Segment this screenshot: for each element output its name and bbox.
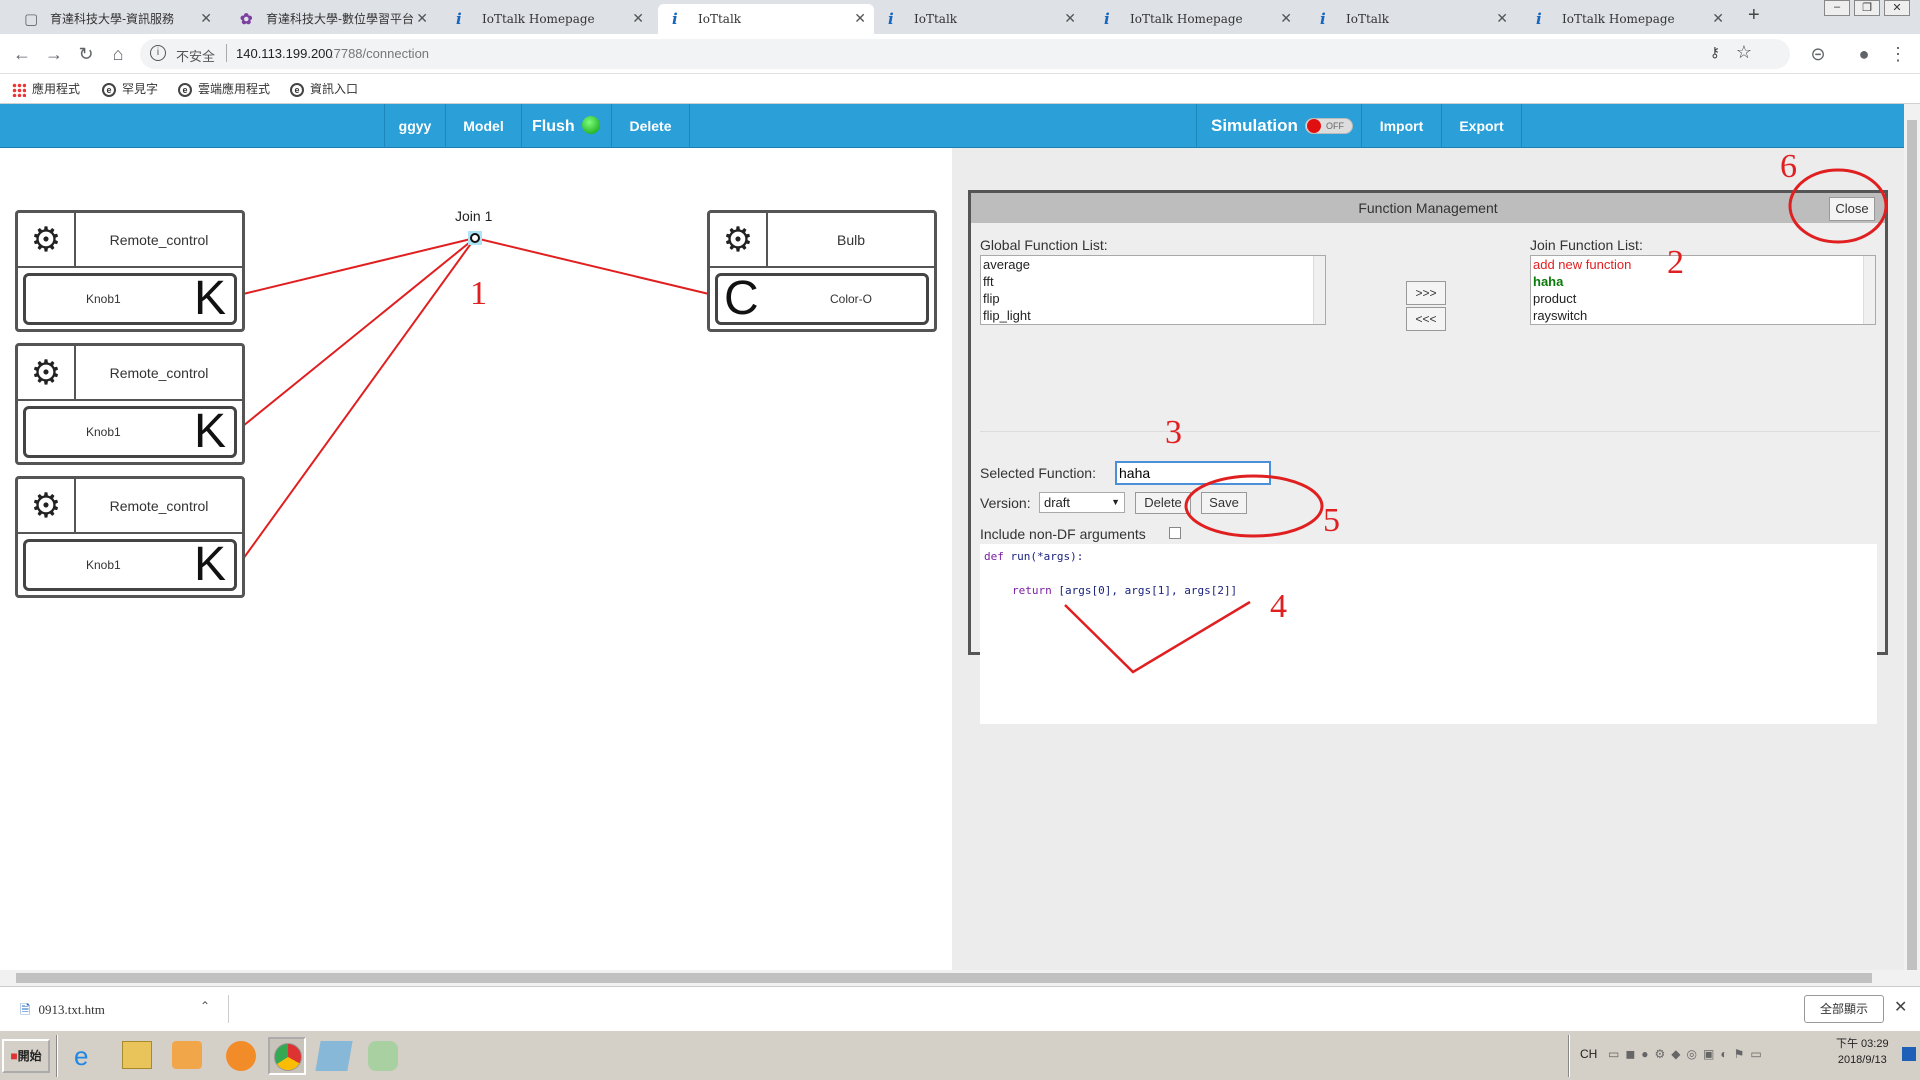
windows-logo-icon: ■: [10, 1049, 18, 1063]
downloads-bar: 🗎 0913.txt.htm ⌃ 全部顯示 ✕: [0, 986, 1920, 1030]
tray-spacer: [1630, 1031, 1632, 1033]
annotation-checkmark: [1064, 600, 1251, 674]
explorer-taskbar-icon[interactable]: [122, 1041, 152, 1069]
chrome-icon: [274, 1043, 302, 1071]
clock[interactable]: 下午 03:29 2018/9/13: [1836, 1036, 1889, 1068]
ie-taskbar-icon[interactable]: e: [74, 1041, 88, 1072]
annotation-circle: [1184, 474, 1324, 538]
horizontal-scrollbar[interactable]: [0, 970, 1904, 986]
annotation-5: 5: [1323, 502, 1340, 539]
annotation-6: 6: [1780, 148, 1797, 185]
chevron-up-icon[interactable]: ⌃: [200, 999, 210, 1013]
start-button[interactable]: ■開始: [2, 1039, 50, 1073]
paint-icon[interactable]: [368, 1041, 398, 1071]
app-taskbar-icon[interactable]: [315, 1041, 353, 1071]
taskbar: ■開始 e CH ▭◼●⚙◆◎▣◐⚑▭ 下午 03:29 2018/9/13: [0, 1030, 1920, 1080]
scroll-thumb[interactable]: [16, 973, 1872, 983]
divider: [56, 1035, 58, 1077]
file-icon: 🗎: [20, 1002, 31, 1017]
annotation-4: 4: [1270, 588, 1287, 625]
divider: [1568, 1035, 1570, 1077]
media-player-icon[interactable]: [172, 1041, 202, 1069]
input-language[interactable]: CH: [1580, 1047, 1597, 1061]
annotation-overlay: [1064, 168, 1888, 674]
annotation-3: 3: [1165, 414, 1182, 451]
divider: [228, 995, 229, 1023]
tray-icons[interactable]: ▭◼●⚙◆◎▣◐⚑▭: [1608, 1047, 1768, 1061]
show-desktop-icon[interactable]: [1902, 1047, 1916, 1061]
show-all-downloads-button[interactable]: 全部顯示: [1804, 995, 1884, 1023]
annotation-circle: [1788, 168, 1888, 244]
chrome-taskbar-button[interactable]: [268, 1037, 306, 1075]
scroll-thumb[interactable]: [1907, 120, 1917, 970]
close-icon[interactable]: ✕: [1894, 997, 1907, 1017]
firefox-icon[interactable]: [226, 1041, 256, 1071]
annotation-2: 2: [1667, 244, 1684, 281]
download-item[interactable]: 🗎 0913.txt.htm: [20, 1001, 105, 1023]
vertical-scrollbar[interactable]: [1904, 104, 1920, 986]
